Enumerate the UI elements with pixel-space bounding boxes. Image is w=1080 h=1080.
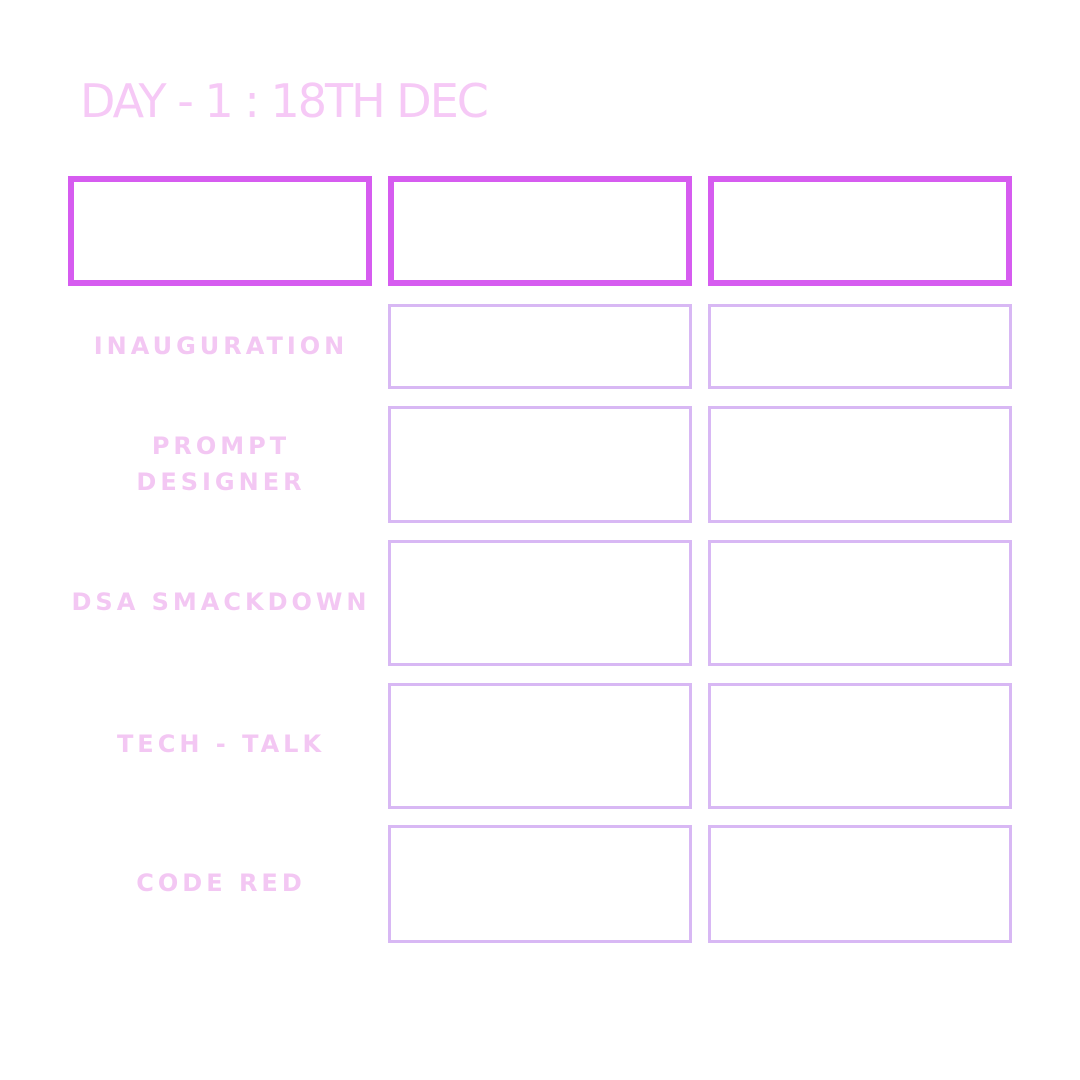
cell-box: [388, 825, 692, 943]
cell-box: [388, 406, 692, 523]
cell-box: [708, 540, 1012, 666]
schedule-canvas: DAY - 1 : 18TH DEC INAUGURATION PROMPT D…: [0, 0, 1080, 1080]
row-label-tech-talk: TECH - TALK: [116, 730, 326, 758]
row-label-prompt-designer: PROMPT DESIGNER: [136, 432, 306, 496]
row-label-dsa-smackdown: DSA SMACKDOWN: [71, 588, 371, 616]
cell-box: [388, 540, 692, 666]
cell-box: [388, 683, 692, 809]
row-label-inauguration: INAUGURATION: [93, 332, 349, 360]
header-box-1: [68, 176, 372, 286]
row-label-code-red: CODE RED: [136, 869, 306, 897]
cell-box: [708, 683, 1012, 809]
header-box-3: [708, 176, 1012, 286]
cell-box: [708, 406, 1012, 523]
header-box-2: [388, 176, 692, 286]
page-title: DAY - 1 : 18TH DEC: [80, 74, 489, 128]
cell-box: [708, 304, 1012, 389]
cell-box: [388, 304, 692, 389]
cell-box: [708, 825, 1012, 943]
